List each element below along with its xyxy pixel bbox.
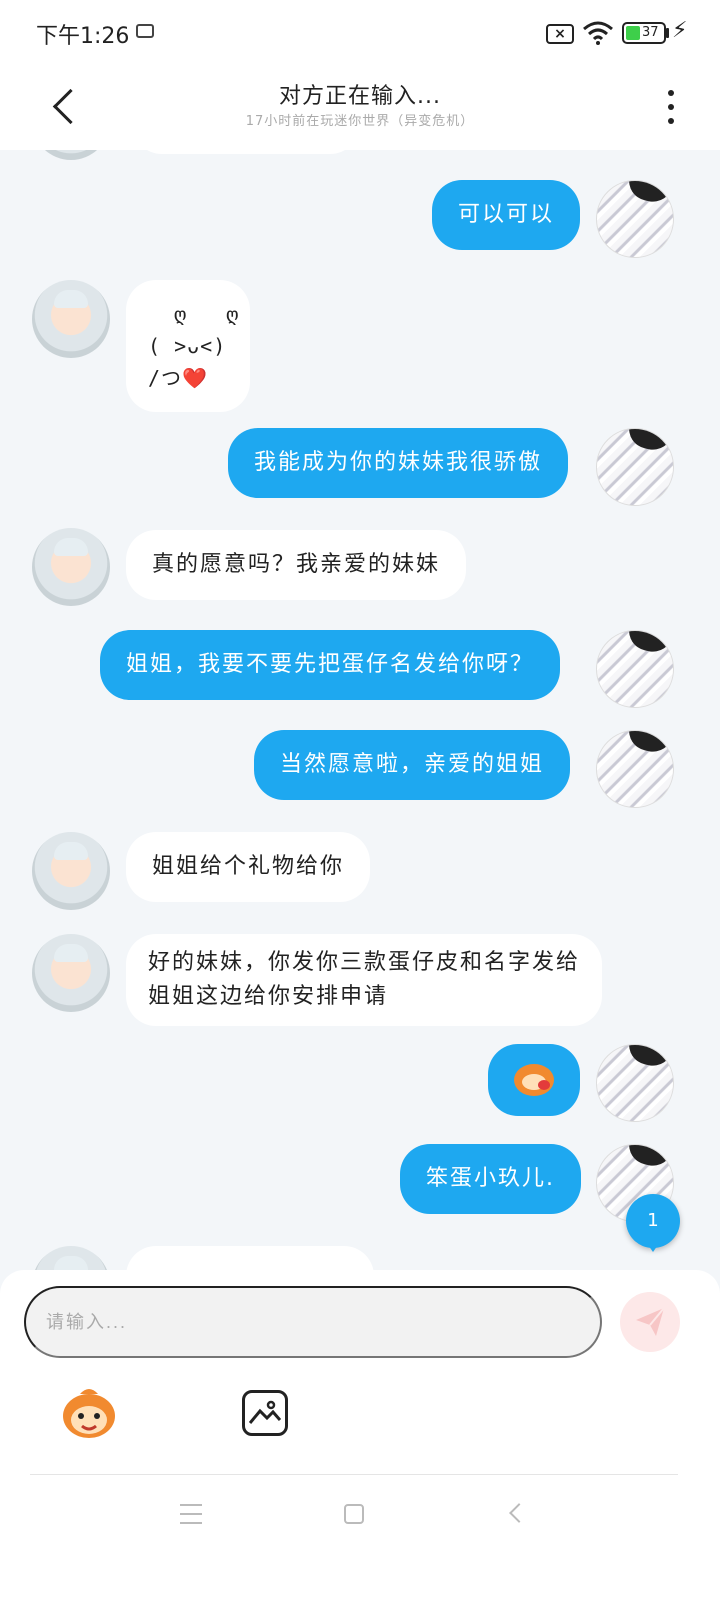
message-list[interactable]: 可以可以 ღ ღ ( >ᴗ<) /つ❤️ 我能成为你的妹妹我很骄傲 真的愿意吗？… (0, 150, 720, 1295)
recent-apps-icon[interactable] (180, 1504, 202, 1524)
battery-icon: 37 (622, 22, 666, 44)
page-subtitle: 17小时前在玩迷你世界（异变危机） (245, 114, 475, 129)
avatar[interactable] (32, 832, 110, 910)
more-vertical-icon[interactable] (656, 82, 686, 132)
notification-icon (136, 24, 154, 38)
avatar[interactable] (596, 630, 674, 708)
divider (30, 1474, 678, 1475)
message-bubble: 姐姐给个礼物给你 (126, 832, 371, 902)
avatar[interactable] (32, 150, 110, 160)
message-bubble: 姐姐，我要不要先把蛋仔名发给你呀？ (100, 630, 561, 700)
unread-badge[interactable]: 1 (626, 1194, 680, 1252)
message-text: 姐姐给个礼物给你 (152, 854, 345, 879)
avatar[interactable] (596, 180, 674, 258)
chat-header: 对方正在输入... 17小时前在玩迷你世界（异变危机） (0, 68, 720, 150)
message-text: 真的愿意吗？我亲爱的妹妹 (152, 552, 441, 577)
message-bubble: 好的妹妹，你发你三款蛋仔皮和名字发给姐姐这边给你安排申请 (126, 934, 602, 1026)
message-text: 当然愿意啦，亲爱的姐姐 (280, 752, 545, 777)
charging-icon: ⚡ (672, 18, 688, 43)
avatar[interactable] (596, 1044, 674, 1122)
send-paper-plane-icon[interactable] (620, 1292, 680, 1352)
home-icon[interactable] (344, 1504, 364, 1524)
avatar[interactable] (32, 280, 110, 358)
message-bubble: 可以可以 (432, 180, 581, 250)
message-text: 好的妹妹，你发你三款蛋仔皮和名字发给姐姐这边给你安排申请 (148, 950, 581, 1009)
message-bubble: 真的愿意吗？我亲爱的妹妹 (126, 530, 467, 600)
image-icon[interactable] (242, 1390, 288, 1436)
heart-emoji: ❤️ (182, 366, 208, 390)
message-text: 笨蛋小玖儿. (426, 1166, 555, 1191)
message-bubble (132, 150, 360, 154)
page-title: 对方正在输入... (279, 84, 441, 109)
status-bar: 下午1:26 × 37 ⚡ (0, 0, 720, 68)
emoji-mascot-icon[interactable] (60, 1384, 118, 1442)
system-nav-bar (0, 1490, 720, 1560)
message-bubble: ღ ღ ( >ᴗ<) /つ❤️ (126, 280, 250, 412)
avatar[interactable] (32, 934, 110, 1012)
message-input[interactable] (24, 1286, 602, 1358)
avatar[interactable] (596, 428, 674, 506)
avatar[interactable] (596, 730, 674, 808)
sticker-emoji (514, 1064, 554, 1096)
message-text: 我能成为你的妹妹我很骄傲 (254, 450, 543, 475)
system-back-icon[interactable] (509, 1503, 529, 1523)
message-bubble: 笨蛋小玖儿. (400, 1144, 581, 1214)
status-time: 下午1:26 (36, 24, 130, 49)
battery-level: 37 (642, 25, 659, 40)
wifi-icon (583, 21, 613, 45)
avatar[interactable] (32, 528, 110, 606)
message-text: 姐姐，我要不要先把蛋仔名发给你呀？ (126, 652, 535, 677)
no-sim-icon: × (546, 24, 574, 44)
message-bubble: 当然愿意啦，亲爱的姐姐 (254, 730, 571, 800)
message-bubble: 我能成为你的妹妹我很骄傲 (228, 428, 569, 498)
message-bubble (488, 1044, 580, 1116)
message-text: 可以可以 (458, 202, 555, 227)
